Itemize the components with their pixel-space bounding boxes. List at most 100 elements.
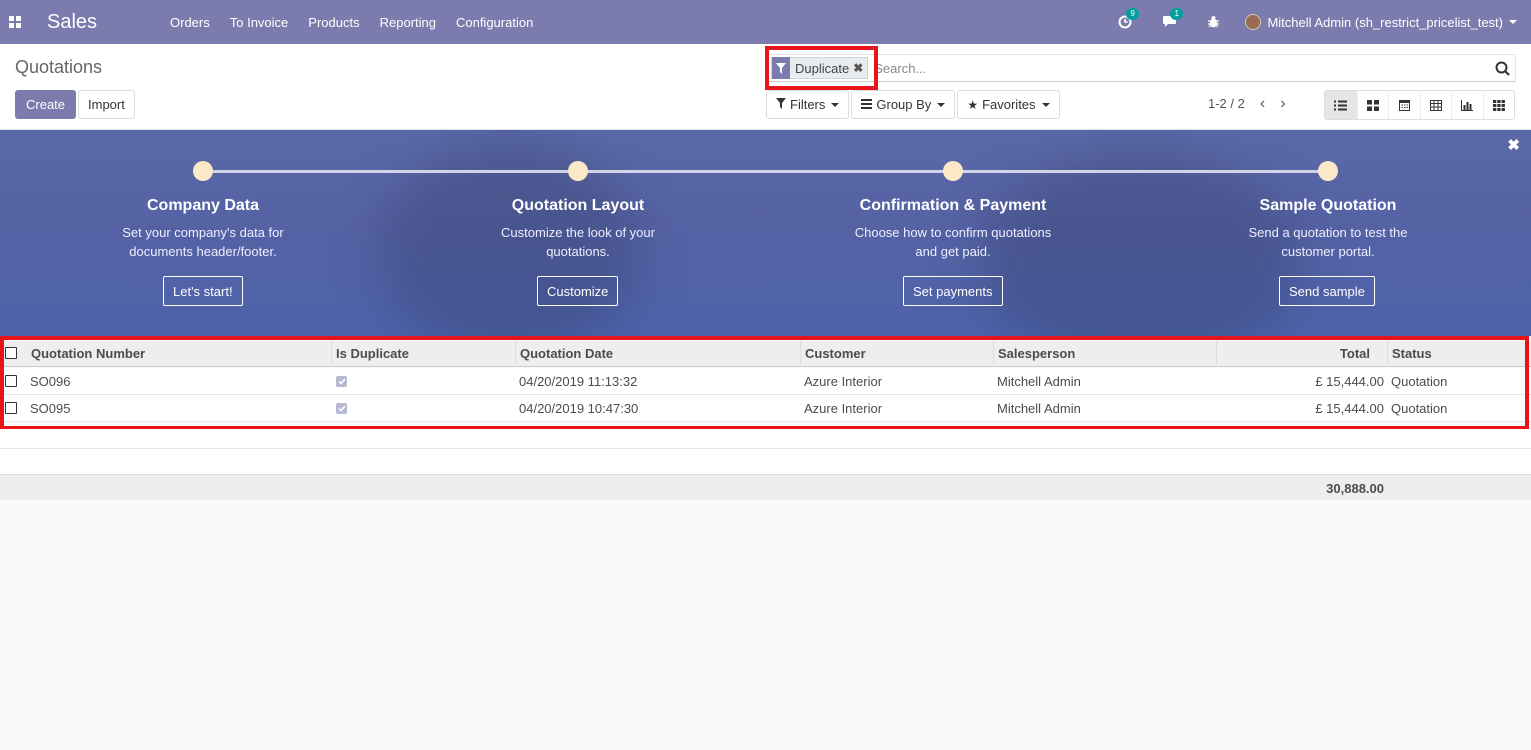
groupby-label: Group By <box>876 97 932 112</box>
set-payments-button[interactable]: Set payments <box>903 276 1003 306</box>
create-button[interactable]: Create <box>15 90 77 119</box>
column-header[interactable]: Status <box>1392 346 1432 361</box>
control-panel: Quotations Create Import Duplicate ✖ Fil… <box>0 44 1531 130</box>
row-checkbox[interactable] <box>5 402 17 414</box>
select-all-checkbox[interactable] <box>5 347 17 359</box>
menu-item-reporting[interactable]: Reporting <box>370 15 446 30</box>
salesperson: Mitchell Admin <box>997 373 1081 389</box>
kanban-view-icon[interactable] <box>1356 91 1388 119</box>
total: £ 15,444.00 <box>1315 400 1384 416</box>
onboarding-track <box>203 170 1328 173</box>
chevron-down-icon <box>937 102 946 107</box>
quotation-date: 04/20/2019 10:47:30 <box>519 400 639 416</box>
step-description: Customize the look of your quotations. <box>501 225 655 259</box>
star-icon: ★ <box>967 97 979 112</box>
quotation-date: 04/20/2019 11:13:32 <box>519 373 638 389</box>
user-menu[interactable]: Mitchell Admin (sh_restrict_pricelist_te… <box>1245 14 1517 30</box>
search-options: Filters Group By ★ Favorites <box>766 90 1062 119</box>
step-title: Confirmation & Payment <box>859 197 1047 214</box>
footer-total: 30,888.00 <box>1326 481 1384 496</box>
filters-dropdown[interactable]: Filters <box>766 90 850 119</box>
user-name: Mitchell Admin (sh_restrict_pricelist_te… <box>1267 14 1503 30</box>
bars-icon <box>861 98 873 112</box>
total: £ 15,444.00 <box>1315 373 1384 389</box>
step-dot <box>943 161 963 181</box>
apps-menu-icon[interactable] <box>0 0 30 44</box>
favorites-dropdown[interactable]: ★ Favorites <box>957 90 1060 119</box>
calendar-view-icon[interactable] <box>1388 91 1420 119</box>
favorites-label: Favorites <box>982 97 1036 112</box>
empty-row <box>0 429 1531 449</box>
step-dot <box>1318 161 1338 181</box>
quotation-number: SO095 <box>30 400 71 416</box>
table-row[interactable]: SO095 04/20/2019 10:47:30 Azure Interior… <box>0 395 1531 422</box>
customer: Azure Interior <box>804 400 883 416</box>
salesperson: Mitchell Admin <box>997 400 1081 416</box>
search-input[interactable] <box>874 56 1489 80</box>
import-button[interactable]: Import <box>78 90 135 119</box>
top-navbar: Sales Orders To Invoice Products Reporti… <box>0 0 1531 44</box>
search-icon[interactable] <box>1489 55 1515 81</box>
facet-value: Duplicate <box>795 60 850 76</box>
lets-start-button[interactable]: Let's start! <box>163 276 243 306</box>
main-menu: Orders To Invoice Products Reporting Con… <box>160 15 543 30</box>
step-description: Set your company's data for documents hea… <box>122 225 284 259</box>
menu-item-products[interactable]: Products <box>298 15 369 30</box>
row-checkbox[interactable] <box>5 375 17 387</box>
pager-value[interactable]: 1-2 / 2 <box>1208 96 1245 111</box>
quotation-number: SO096 <box>30 373 71 389</box>
filter-icon <box>776 97 786 112</box>
column-header[interactable]: Total <box>1340 346 1370 361</box>
status: Quotation <box>1391 400 1448 416</box>
column-header[interactable]: Quotation Date <box>520 346 613 361</box>
graph-view-icon[interactable] <box>1451 91 1483 119</box>
pager: 1-2 / 2 ‹ › <box>1208 96 1286 112</box>
messages-chat-icon[interactable]: 1 <box>1161 8 1183 30</box>
app-brand[interactable]: Sales <box>47 11 142 34</box>
table-header: Quotation Number Is Duplicate Quotation … <box>0 341 1531 367</box>
breadcrumb-title: Quotations <box>15 57 103 77</box>
menu-item-orders[interactable]: Orders <box>160 15 220 30</box>
pivot-view-icon[interactable] <box>1419 91 1451 119</box>
filters-label: Filters <box>790 97 826 112</box>
step-title: Quotation Layout <box>511 197 645 214</box>
activity-clock-icon[interactable]: 9 <box>1117 8 1139 30</box>
customize-button[interactable]: Customize <box>537 276 619 306</box>
menu-item-to-invoice[interactable]: To Invoice <box>220 15 299 30</box>
grid-view-icon[interactable] <box>1482 91 1514 119</box>
view-switcher <box>1324 90 1515 120</box>
is-duplicate-checkbox <box>336 403 347 414</box>
filter-funnel-icon <box>772 57 790 79</box>
debug-bug-icon[interactable] <box>1205 14 1221 30</box>
step-dot <box>193 161 213 181</box>
list-view-icon[interactable] <box>1325 91 1357 119</box>
groupby-dropdown[interactable]: Group By <box>851 90 956 119</box>
close-icon[interactable]: ✖ <box>1507 136 1520 154</box>
column-header[interactable]: Customer <box>805 346 866 361</box>
step-description: Choose how to confirm quotations and get … <box>854 225 1052 259</box>
navbar-systray: 9 1 Mitchell Admin (sh_restrict_pricelis… <box>1089 0 1517 44</box>
customer: Azure Interior <box>804 373 883 389</box>
remove-facet-icon[interactable]: ✖ <box>853 61 867 75</box>
onboarding-banner: ✖ Company Data Set your company's data f… <box>0 130 1531 336</box>
send-sample-button[interactable]: Send sample <box>1279 276 1375 306</box>
table-row[interactable]: SO096 04/20/2019 11:13:32 Azure Interior… <box>0 368 1531 395</box>
chevron-right-icon[interactable]: › <box>1280 96 1285 112</box>
search-bar: Duplicate ✖ <box>768 54 1516 82</box>
user-avatar <box>1245 14 1262 30</box>
chevron-down-icon <box>1041 102 1050 107</box>
column-header[interactable]: Quotation Number <box>31 346 145 361</box>
activity-badge: 9 <box>1126 8 1139 20</box>
status: Quotation <box>1391 373 1448 389</box>
filter-facet[interactable]: Duplicate ✖ <box>771 57 869 79</box>
chevron-down-icon <box>1509 20 1517 24</box>
is-duplicate-checkbox <box>336 376 347 387</box>
chevron-down-icon <box>831 102 840 107</box>
chevron-left-icon[interactable]: ‹ <box>1260 96 1265 112</box>
table-footer: 30,888.00 <box>0 475 1531 500</box>
step-title: Company Data <box>146 197 260 214</box>
empty-row <box>0 449 1531 475</box>
column-header[interactable]: Salesperson <box>998 346 1075 361</box>
column-header[interactable]: Is Duplicate <box>336 346 409 361</box>
menu-item-configuration[interactable]: Configuration <box>446 15 543 30</box>
